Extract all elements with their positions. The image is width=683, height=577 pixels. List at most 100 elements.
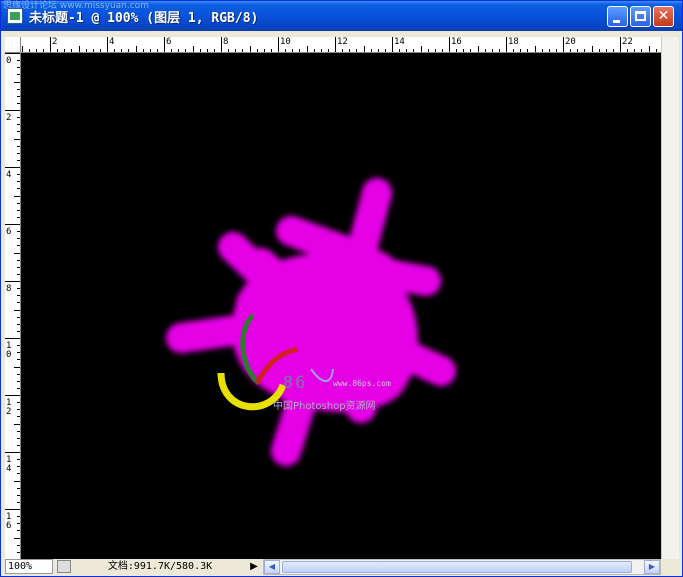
vertical-scrollbar[interactable] — [661, 37, 679, 559]
horizontal-ruler[interactable]: 2 4 6 8 10 12 14 16 18 20 22 — [21, 37, 661, 53]
ruler-tick — [491, 49, 493, 52]
resize-grip-icon[interactable] — [663, 559, 679, 575]
ruler-tick — [377, 49, 379, 52]
ruler-tick — [178, 49, 180, 52]
ruler-tick — [99, 49, 101, 52]
document-status-icon[interactable] — [57, 560, 71, 573]
ruler-tick — [17, 373, 20, 375]
ruler-tick — [17, 473, 20, 475]
document-size-info: 文档:991.7K/580.3K — [107, 561, 213, 572]
ruler-tick — [320, 49, 322, 52]
ruler-tick — [17, 231, 20, 233]
ruler-tick — [149, 49, 151, 52]
ruler-tick — [17, 209, 20, 211]
ruler-tick — [335, 37, 336, 52]
ruler-tick — [17, 409, 20, 411]
ruler-tick — [14, 252, 20, 254]
watermark-logo — [217, 313, 334, 411]
ruler-tick — [541, 49, 543, 52]
ruler-tick — [555, 49, 557, 52]
ruler-label: 2 — [52, 37, 58, 47]
ruler-tick — [270, 49, 272, 52]
ruler-tick — [17, 181, 20, 183]
ruler-tick — [605, 49, 607, 52]
ruler-tick — [17, 501, 20, 503]
ruler-tick — [28, 49, 30, 52]
ruler-tick — [5, 452, 20, 453]
ruler-tick — [449, 37, 450, 52]
minimize-icon — [613, 20, 620, 23]
ruler-tick — [292, 49, 294, 52]
ruler-tick — [17, 60, 20, 62]
ruler-tick — [384, 49, 386, 52]
ruler-tick — [17, 302, 20, 304]
ruler-tick — [17, 466, 20, 468]
ruler-tick — [17, 131, 20, 133]
ruler-tick — [242, 49, 244, 52]
zoom-field[interactable]: 100% — [5, 559, 53, 574]
ruler-tick — [121, 49, 123, 52]
horizontal-scrollbar[interactable]: ◀ ▶ — [263, 559, 661, 575]
ruler-tick — [5, 53, 20, 54]
ruler-tick — [413, 49, 415, 52]
ruler-tick — [349, 49, 351, 52]
vertical-ruler[interactable]: 0 2 4 6 8 10 12 14 16 — [5, 53, 21, 559]
ruler-tick — [17, 117, 20, 119]
scroll-left-icon[interactable]: ◀ — [264, 560, 280, 574]
ruler-tick — [17, 551, 20, 553]
maximize-button[interactable] — [630, 6, 651, 27]
ruler-tick — [21, 46, 23, 52]
ruler-label: 2 — [6, 113, 12, 123]
ruler-tick — [17, 345, 20, 347]
ruler-tick — [498, 49, 500, 52]
ruler-tick — [185, 49, 187, 52]
ruler-tick — [620, 37, 621, 52]
ruler-tick — [17, 530, 20, 532]
ruler-tick — [17, 444, 20, 446]
ruler-tick — [228, 49, 230, 52]
ruler-tick — [534, 46, 536, 52]
ruler-tick — [477, 46, 479, 52]
status-menu-arrow-icon[interactable]: ▶ — [248, 560, 260, 573]
ruler-tick — [17, 430, 20, 432]
ruler-label: 22 — [622, 37, 633, 47]
ruler-tick — [50, 37, 51, 52]
ruler-label: 18 — [508, 37, 519, 47]
ruler-tick — [5, 224, 20, 225]
ruler-tick — [612, 49, 614, 52]
ruler-tick — [570, 49, 572, 52]
ruler-tick — [17, 238, 20, 240]
ruler-tick — [506, 37, 507, 52]
scroll-right-icon[interactable]: ▶ — [644, 560, 660, 574]
ruler-origin-corner[interactable] — [5, 37, 21, 53]
status-bar: 100% 文档:991.7K/580.3K ▶ ◀ ▶ — [5, 559, 679, 575]
ruler-tick — [17, 494, 20, 496]
ruler-tick — [527, 49, 529, 52]
ruler-tick — [299, 49, 301, 52]
ruler-label: 0 — [6, 56, 12, 66]
ruler-tick — [14, 195, 20, 197]
title-bar[interactable]: 思缘设计论坛 www.missyuan.com 未标题-1 @ 100% (图层… — [1, 1, 682, 31]
document-canvas[interactable]: 86 www.86ps.com 中国Photoshop资源网 — [21, 53, 661, 559]
ruler-label: 16 — [451, 37, 462, 47]
ruler-tick — [114, 49, 116, 52]
ruler-tick — [17, 145, 20, 147]
ruler-label: 6 — [166, 37, 172, 47]
ruler-tick — [17, 387, 20, 389]
ruler-tick — [17, 202, 20, 204]
ruler-tick — [206, 49, 208, 52]
ruler-tick — [17, 523, 20, 525]
ruler-tick — [520, 49, 522, 52]
close-button[interactable]: ✕ — [653, 6, 674, 27]
ruler-tick — [327, 49, 329, 52]
photoshop-document-icon[interactable] — [7, 8, 23, 24]
ruler-tick — [513, 49, 515, 52]
minimize-button[interactable] — [607, 6, 628, 27]
ruler-tick — [156, 49, 158, 52]
ruler-label: 14 — [394, 37, 405, 47]
scroll-thumb[interactable] — [282, 561, 632, 573]
ruler-tick — [577, 49, 579, 52]
ruler-tick — [128, 49, 130, 52]
ruler-tick — [548, 49, 550, 52]
ruler-label: 14 — [6, 455, 12, 474]
